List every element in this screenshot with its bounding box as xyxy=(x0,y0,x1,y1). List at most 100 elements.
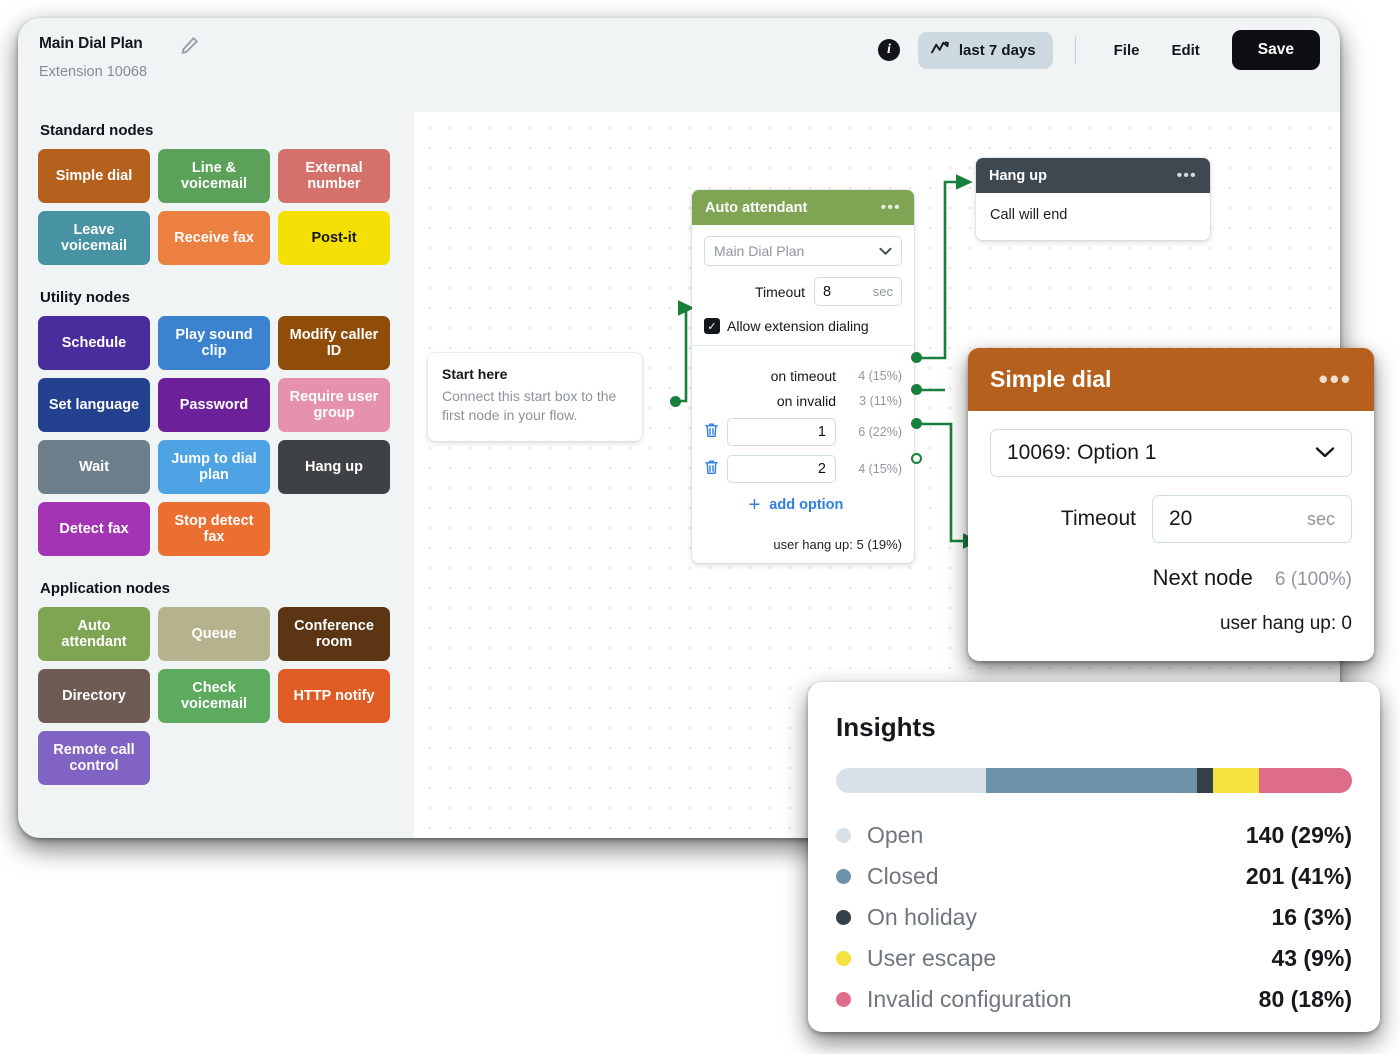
option-stat: 4 (15%) xyxy=(858,369,902,383)
plus-icon: + xyxy=(748,494,761,516)
date-range-selector[interactable]: last 7 days xyxy=(917,31,1053,69)
info-icon[interactable]: i xyxy=(877,39,900,61)
start-node[interactable]: Start here Connect this start box to the… xyxy=(428,353,642,441)
allow-extension-dialing-checkbox[interactable]: ✓ xyxy=(704,318,720,334)
ellipsis-icon[interactable]: ••• xyxy=(1319,364,1352,395)
legend-dot xyxy=(836,951,851,966)
palette-node-directory[interactable]: Directory xyxy=(38,669,150,723)
page-title: Main Dial Plan xyxy=(39,35,143,52)
start-node-output-port[interactable] xyxy=(670,396,681,407)
option-digit-input[interactable]: 1 xyxy=(727,418,836,446)
legend-label: Invalid configuration xyxy=(867,986,1072,1012)
palette-node-hang-up[interactable]: Hang up xyxy=(278,440,390,494)
auto-attendant-body: Main Dial Plan Timeout 8 sec ✓ Allow ext… xyxy=(692,225,914,356)
palette-node-require-user-group[interactable]: Require user group xyxy=(278,378,390,432)
file-menu-button[interactable]: File xyxy=(1098,33,1156,68)
simple-dial-target-select[interactable]: 10069: Option 1 xyxy=(990,429,1352,477)
insights-stacked-bar xyxy=(836,768,1352,793)
palette-node-receive-fax[interactable]: Receive fax xyxy=(158,211,270,265)
palette-node-queue[interactable]: Queue xyxy=(158,607,270,661)
legend-row-on-holiday: On holiday 16 (3%) xyxy=(836,897,1352,938)
legend-label: Closed xyxy=(867,863,939,889)
palette-node-http-notify[interactable]: HTTP notify xyxy=(278,669,390,723)
legend-row-user-escape: User escape 43 (9%) xyxy=(836,938,1352,979)
legend-row-open: Open 140 (29%) xyxy=(836,815,1352,856)
chevron-down-icon xyxy=(1315,441,1335,465)
palette-node-leave-voicemail[interactable]: Leave voicemail xyxy=(38,211,150,265)
auto-attendant-node[interactable]: Auto attendant ••• Main Dial Plan Timeou… xyxy=(692,190,914,563)
palette-node-simple-dial[interactable]: Simple dial xyxy=(38,149,150,203)
date-range-label: last 7 days xyxy=(958,41,1036,59)
palette-grid-application: Auto attendant Queue Conference room Dir… xyxy=(38,607,390,785)
palette-grid-standard: Simple dial Line & voicemail External nu… xyxy=(38,149,390,265)
simple-dial-body: 10069: Option 1 Timeout 20 sec Next node… xyxy=(968,411,1374,661)
activity-chart-icon xyxy=(931,40,950,60)
palette-node-post-it[interactable]: Post-it xyxy=(278,211,390,265)
option-row-1: 1 6 (22%) xyxy=(704,418,902,446)
ellipsis-icon[interactable]: ••• xyxy=(881,199,901,216)
palette-node-play-sound-clip[interactable]: Play sound clip xyxy=(158,316,270,370)
option-row-2: 2 4 (15%) xyxy=(704,455,902,483)
legend-dot xyxy=(836,828,851,843)
palette-node-detect-fax[interactable]: Detect fax xyxy=(38,502,150,556)
option-row-on-timeout: on timeout 4 (15%) xyxy=(704,368,902,384)
auto-attendant-header: Auto attendant ••• xyxy=(692,190,914,225)
option-stat: 3 (11%) xyxy=(859,394,902,408)
palette-node-wait[interactable]: Wait xyxy=(38,440,150,494)
bar-segment-user-escape xyxy=(1212,768,1260,793)
option-stat: 6 (22%) xyxy=(858,425,902,439)
add-option-button[interactable]: + add option xyxy=(692,494,902,516)
output-port-option-2[interactable] xyxy=(911,453,922,464)
save-button[interactable]: Save xyxy=(1231,30,1320,70)
palette-node-jump-to-dial-plan[interactable]: Jump to dial plan xyxy=(158,440,270,494)
palette-node-conference-room[interactable]: Conference room xyxy=(278,607,390,661)
palette-node-set-language[interactable]: Set language xyxy=(38,378,150,432)
node-palette: Standard nodes Simple dial Line & voicem… xyxy=(18,96,396,838)
output-port-on-invalid[interactable] xyxy=(911,384,922,395)
palette-node-line-voicemail[interactable]: Line & voicemail xyxy=(158,149,270,203)
auto-attendant-timeout-label: Timeout xyxy=(754,283,805,300)
hangup-node-body: Call will end xyxy=(990,207,1068,223)
palette-node-external-number[interactable]: External number xyxy=(278,149,390,203)
output-port-on-timeout[interactable] xyxy=(911,352,922,363)
trash-icon[interactable] xyxy=(704,459,719,479)
palette-node-stop-detect-fax[interactable]: Stop detect fax xyxy=(158,502,270,556)
hangup-node-header: Hang up ••• xyxy=(976,158,1210,193)
legend-label: Open xyxy=(867,822,924,848)
palette-node-schedule[interactable]: Schedule xyxy=(38,316,150,370)
dial-plan-select[interactable]: Main Dial Plan xyxy=(704,236,902,266)
option-digit-input[interactable]: 2 xyxy=(727,455,836,483)
edit-menu-button[interactable]: Edit xyxy=(1155,33,1215,68)
legend-value: 16 (3%) xyxy=(1271,904,1352,930)
auto-attendant-timeout-input[interactable]: 8 sec xyxy=(814,277,902,306)
allow-extension-dialing-row[interactable]: ✓ Allow extension dialing xyxy=(704,318,902,334)
simple-dial-timeout-row: Timeout 20 sec xyxy=(990,495,1352,543)
palette-section-heading-application: Application nodes xyxy=(40,580,171,597)
ellipsis-icon[interactable]: ••• xyxy=(1177,167,1197,184)
auto-attendant-options: on timeout 4 (15%) on invalid 3 (11%) 1 … xyxy=(692,356,914,523)
palette-node-remote-call-control[interactable]: Remote call control xyxy=(38,731,150,785)
pencil-icon[interactable] xyxy=(178,35,200,57)
bar-segment-closed xyxy=(985,768,1198,793)
trash-icon[interactable] xyxy=(704,422,719,442)
simple-dial-next-node-label: Next node xyxy=(1152,565,1253,590)
simple-dial-next-node-stat: 6 (100%) xyxy=(1274,569,1352,590)
header-actions: i last 7 days File Edit Save xyxy=(877,30,1320,70)
simple-dial-title: Simple dial xyxy=(990,366,1112,392)
palette-node-password[interactable]: Password xyxy=(158,378,270,432)
option-stat: 4 (15%) xyxy=(858,462,902,476)
hangup-node[interactable]: Hang up ••• Call will end xyxy=(976,158,1210,240)
output-port-option-1[interactable] xyxy=(911,418,922,429)
divider xyxy=(692,345,914,346)
simple-dial-header: Simple dial ••• xyxy=(968,348,1374,411)
palette-node-auto-attendant[interactable]: Auto attendant xyxy=(38,607,150,661)
option-row-on-invalid: on invalid 3 (11%) xyxy=(704,393,902,409)
palette-node-check-voicemail[interactable]: Check voicemail xyxy=(158,669,270,723)
allow-extension-dialing-label: Allow extension dialing xyxy=(727,318,869,334)
palette-node-modify-caller-id[interactable]: Modify caller ID xyxy=(278,316,390,370)
option-label: on invalid xyxy=(776,393,836,409)
simple-dial-target-value: 10069: Option 1 xyxy=(1007,441,1157,464)
simple-dial-timeout-input[interactable]: 20 sec xyxy=(1152,495,1352,543)
legend-value: 80 (18%) xyxy=(1258,986,1352,1012)
simple-dial-node[interactable]: Simple dial ••• 10069: Option 1 Timeout … xyxy=(968,348,1374,661)
